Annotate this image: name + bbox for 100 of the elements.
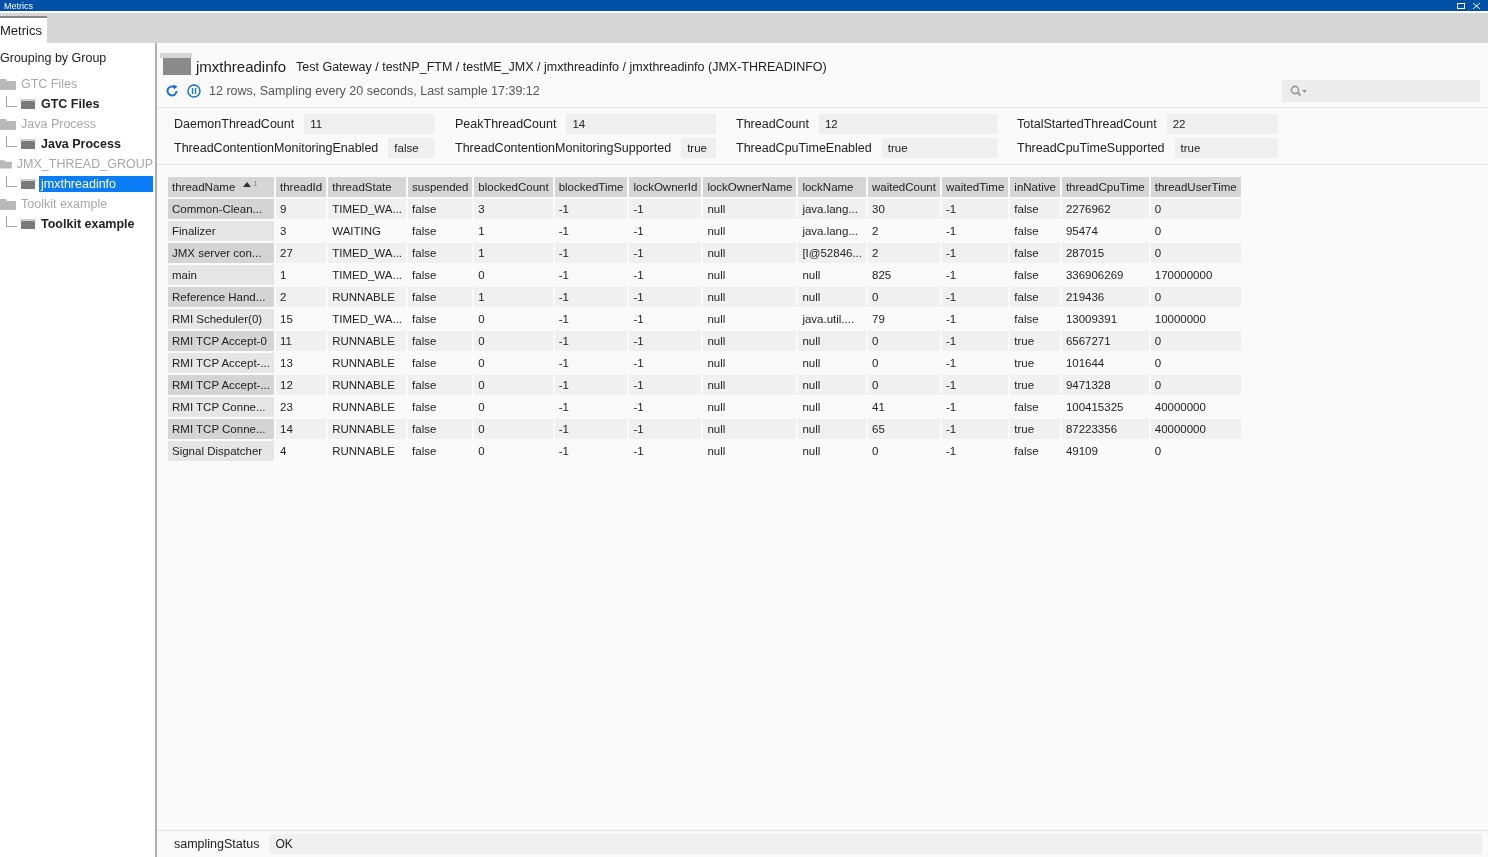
table-cell: RUNNABLE <box>328 375 407 395</box>
table-cell: -1 <box>554 331 628 351</box>
column-header[interactable]: waitedTime <box>941 177 1009 197</box>
table-cell: -1 <box>629 199 702 219</box>
table-cell: null <box>798 375 866 395</box>
table-cell: -1 <box>629 287 702 307</box>
table-cell: -1 <box>554 199 628 219</box>
column-header[interactable]: waitedCount <box>868 177 940 197</box>
table-cell: -1 <box>941 199 1009 219</box>
property-value: true <box>1174 138 1278 158</box>
column-header[interactable]: lockOwnerId <box>629 177 702 197</box>
table-cell: Signal Dispatcher <box>168 441 274 461</box>
property-label: ThreadCpuTimeSupported <box>1017 141 1165 155</box>
table-cell: false <box>408 243 473 263</box>
property-value: true <box>681 138 716 158</box>
tree-line <box>5 176 17 188</box>
table-cell: 2276962 <box>1061 199 1149 219</box>
refresh-icon[interactable] <box>165 84 179 98</box>
status-label: samplingStatus <box>174 837 260 851</box>
table-cell: false <box>408 199 473 219</box>
table-cell: null <box>703 199 797 219</box>
folder-icon <box>160 53 192 75</box>
sampling-status-text: 12 rows, Sampling every 20 seconds, Last sample 17:39:12 <box>209 84 540 98</box>
table-cell: null <box>703 287 797 307</box>
table-cell: [I@52846... <box>798 243 866 263</box>
table-cell: RMI Scheduler(0) <box>168 309 274 329</box>
table-cell: -1 <box>554 243 628 263</box>
tree-item[interactable]: Java Process <box>39 136 123 152</box>
status-value: OK <box>269 834 1482 854</box>
folder-icon <box>20 138 36 150</box>
table-cell: JMX server con... <box>168 243 274 263</box>
property-value: true <box>881 138 997 158</box>
table-cell: Finalizer <box>168 221 274 241</box>
table-cell: false <box>1010 287 1060 307</box>
table-cell: RMI TCP Accept-... <box>168 375 274 395</box>
table-cell: RMI TCP Accept-0 <box>168 331 274 351</box>
table-cell: true <box>1010 331 1060 351</box>
table-cell: RMI TCP Conne... <box>168 397 274 417</box>
table-cell: RMI TCP Conne... <box>168 419 274 439</box>
property-label: TotalStartedThreadCount <box>1017 117 1157 131</box>
table-cell: -1 <box>554 375 628 395</box>
sort-order: 1 <box>253 179 258 188</box>
column-header[interactable]: threadState <box>328 177 407 197</box>
column-header[interactable]: threadUserTime <box>1150 177 1241 197</box>
sidebar-heading: Grouping by Group <box>0 51 108 67</box>
tree-item[interactable]: Toolkit example <box>39 216 137 232</box>
table-cell: 0 <box>1150 287 1241 307</box>
table-cell: false <box>1010 243 1060 263</box>
table-cell: -1 <box>629 419 702 439</box>
table-cell: true <box>1010 375 1060 395</box>
tree-item[interactable]: GTC Files <box>39 96 102 112</box>
column-header[interactable]: blockedCount <box>474 177 553 197</box>
property-label: ThreadContentionMonitoringEnabled <box>174 141 379 155</box>
column-header[interactable]: blockedTime <box>554 177 628 197</box>
table-cell: -1 <box>941 419 1009 439</box>
table-cell: -1 <box>554 419 628 439</box>
table-cell: null <box>703 243 797 263</box>
search-icon <box>1290 85 1308 97</box>
property-label: DaemonThreadCount <box>174 117 295 131</box>
column-header[interactable]: lockName <box>798 177 866 197</box>
sort-ascending-icon <box>243 182 252 187</box>
property-label: ThreadCpuTimeEnabled <box>736 141 872 155</box>
table-cell: null <box>703 375 797 395</box>
table-cell: 6567271 <box>1061 331 1149 351</box>
column-header[interactable]: threadName 1 <box>168 177 274 197</box>
table-cell: 0 <box>474 331 553 351</box>
table-cell: false <box>408 375 473 395</box>
property-value: 22 <box>1166 114 1278 134</box>
restore-icon[interactable] <box>1457 3 1465 9</box>
property-value: 14 <box>566 114 716 134</box>
folder-icon <box>20 178 36 190</box>
column-header[interactable]: suspended <box>408 177 473 197</box>
table-cell: null <box>798 419 866 439</box>
tree-line <box>5 216 17 228</box>
table-cell: 40000000 <box>1150 419 1241 439</box>
table-cell: TIMED_WA... <box>328 243 407 263</box>
column-header[interactable]: inNative <box>1010 177 1060 197</box>
table-cell: TIMED_WA... <box>328 199 407 219</box>
close-icon[interactable] <box>1473 3 1480 9</box>
table-cell: -1 <box>629 331 702 351</box>
pause-icon[interactable] <box>187 84 201 98</box>
table-cell: 30 <box>868 199 940 219</box>
table-cell: null <box>798 331 866 351</box>
table-cell: -1 <box>629 375 702 395</box>
table-cell: null <box>703 331 797 351</box>
search-field[interactable] <box>1282 80 1480 102</box>
column-header[interactable]: threadCpuTime <box>1061 177 1149 197</box>
table-cell: 11 <box>276 331 327 351</box>
table-cell: -1 <box>629 243 702 263</box>
tab[interactable]: Metrics <box>0 16 47 43</box>
column-header[interactable]: threadId <box>276 177 327 197</box>
folder-icon <box>20 218 36 230</box>
table-cell: 65 <box>868 419 940 439</box>
column-header[interactable]: lockOwnerName <box>703 177 797 197</box>
table-cell: Reference Hand... <box>168 287 274 307</box>
panel-title: jmxthreadinfo <box>196 58 287 75</box>
table-cell: 2 <box>868 243 940 263</box>
table-cell: true <box>1010 419 1060 439</box>
table-cell: 0 <box>1150 199 1241 219</box>
tree-item[interactable]: jmxthreadinfo <box>39 176 153 192</box>
